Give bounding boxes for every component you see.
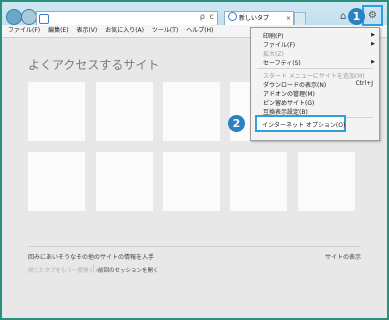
divider: [93, 265, 94, 273]
menu-item-internet-options[interactable]: インターネット オプション(O): [262, 120, 345, 129]
site-tile[interactable]: [298, 152, 355, 211]
page-icon: [39, 14, 49, 24]
menu-item-print[interactable]: 印刷(P): [263, 31, 283, 40]
new-tab-button[interactable]: [294, 12, 306, 26]
menu-item-pinned-sites[interactable]: ピン留めサイト(G): [263, 98, 314, 107]
submenu-arrow-icon: ▶: [371, 59, 375, 65]
discover-sites-link[interactable]: 回みにあいそうなその他のサイトの情報を入手: [28, 252, 154, 261]
site-tile[interactable]: [163, 152, 220, 211]
reopen-closed-tabs-link[interactable]: 閉じたタブをもう一度開く ▾: [28, 266, 98, 274]
submenu-arrow-icon: ▶: [371, 32, 375, 38]
site-tile[interactable]: [163, 82, 220, 141]
tab-close-icon[interactable]: ×: [286, 12, 291, 26]
step-marker-2: 2: [228, 115, 245, 132]
divider: [28, 246, 360, 247]
menu-favorites[interactable]: お気に入り(A): [105, 27, 144, 34]
menu-item-add-to-start[interactable]: スタート メニューにサイトを追加(M): [263, 71, 365, 80]
menu-edit[interactable]: 編集(E): [48, 27, 68, 34]
menu-item-safety[interactable]: セーフティ(S): [263, 58, 301, 67]
menu-separator: [257, 68, 373, 69]
menu-help[interactable]: ヘルプ(H): [186, 27, 213, 34]
menu-tools[interactable]: ツール(T): [152, 27, 178, 34]
site-tile[interactable]: [28, 82, 85, 141]
show-sites-link[interactable]: サイトの表示: [325, 252, 361, 261]
site-tile[interactable]: [28, 152, 85, 211]
back-button[interactable]: [6, 9, 22, 25]
step-marker-1: 1: [348, 8, 365, 25]
reopen-session-link[interactable]: 前回のセッションを開く: [98, 266, 159, 274]
menu-item-zoom[interactable]: 拡大(Z): [263, 49, 284, 58]
menu-view[interactable]: 表示(V): [76, 27, 97, 34]
refresh-icon[interactable]: c: [210, 12, 214, 21]
page-title: よくアクセスするサイト: [28, 58, 160, 72]
address-bar[interactable]: ρ c: [36, 11, 218, 26]
site-tile[interactable]: [230, 152, 287, 211]
site-tile[interactable]: [96, 152, 153, 211]
home-icon[interactable]: ⌂: [340, 11, 346, 22]
ie-icon: [228, 12, 237, 21]
submenu-arrow-icon: ▶: [371, 41, 375, 47]
menu-item-manage-addons[interactable]: アドオンの管理(M): [263, 89, 315, 98]
menu-file[interactable]: ファイル(F): [8, 27, 40, 34]
menu-item-file[interactable]: ファイル(F): [263, 40, 295, 49]
tab-title: 新しいタブ: [239, 15, 270, 22]
site-tile[interactable]: [96, 82, 153, 141]
gear-icon[interactable]: ⚙: [368, 10, 377, 21]
search-icon[interactable]: ρ: [200, 12, 205, 21]
menu-item-view-downloads[interactable]: ダウンロードの表示(N): [263, 80, 326, 89]
forward-button[interactable]: [21, 9, 37, 25]
menu-item-shortcut: Ctrl+J: [355, 80, 373, 87]
